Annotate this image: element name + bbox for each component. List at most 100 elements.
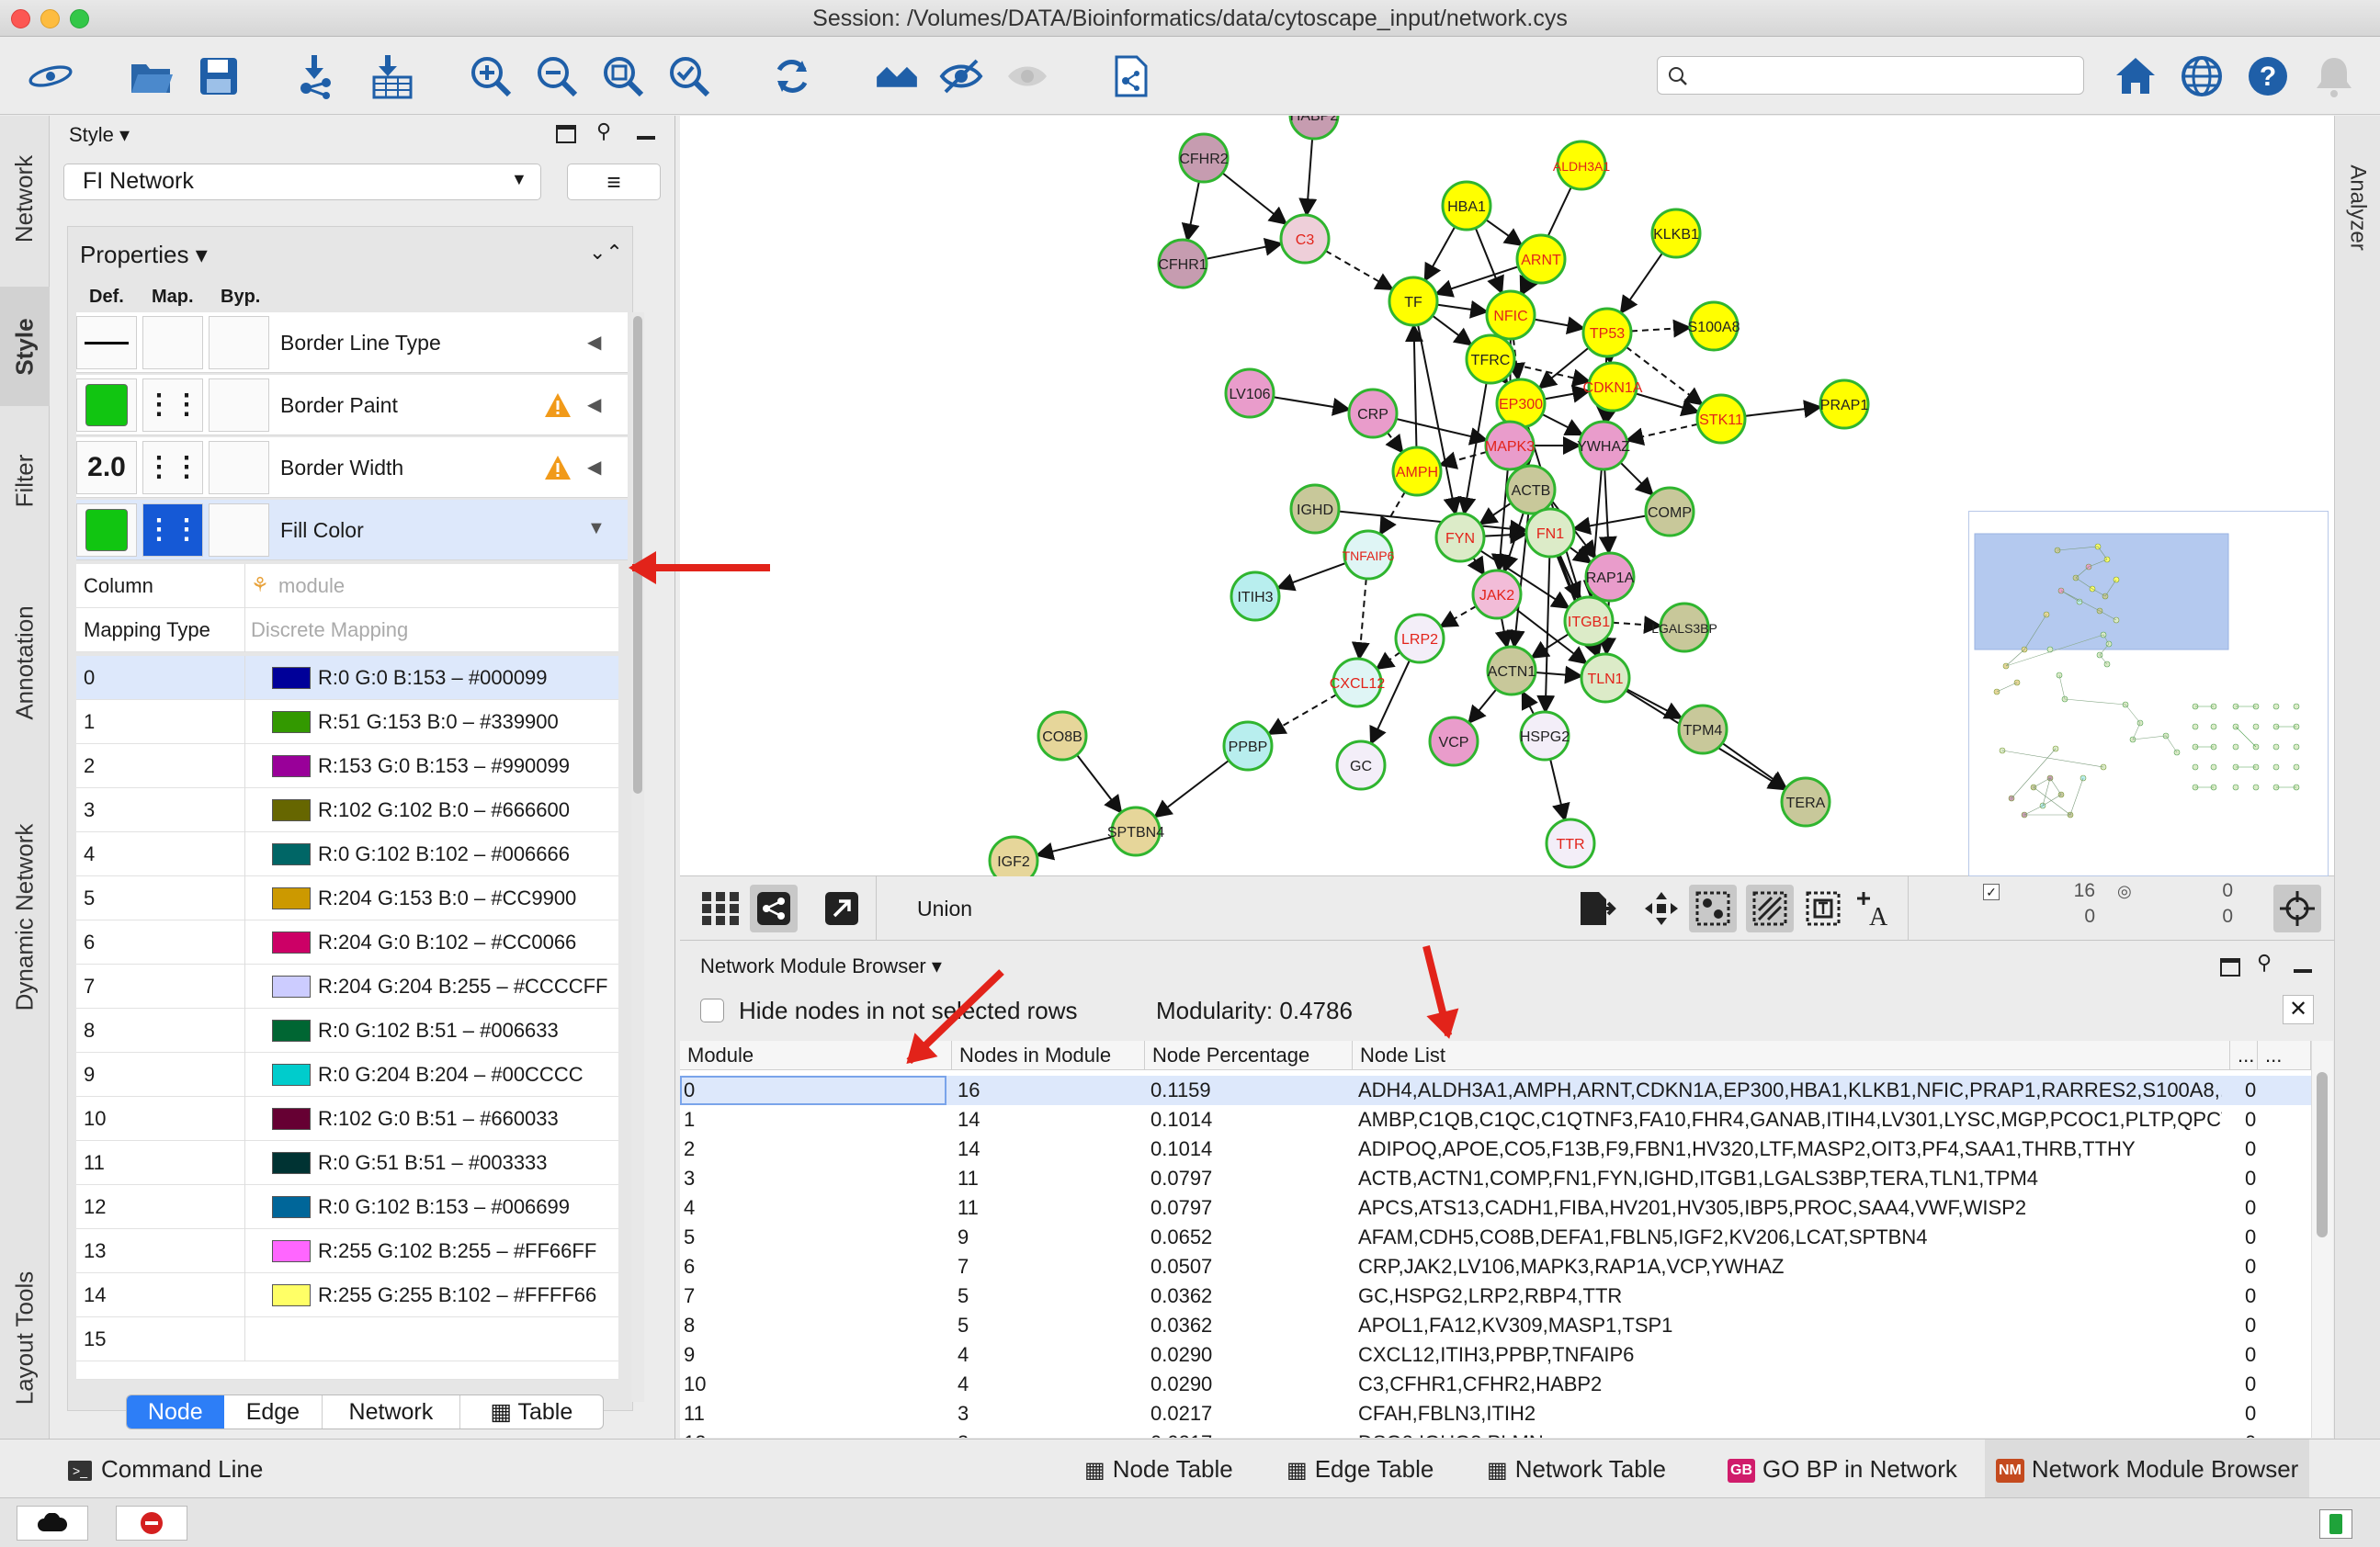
network-edge[interactable]	[1275, 561, 1346, 592]
network-overview-panel[interactable]	[1968, 511, 2329, 876]
network-edge[interactable]	[1571, 514, 1647, 536]
notification-bell-icon[interactable]	[2308, 51, 2360, 102]
color-swatch[interactable]	[272, 1152, 311, 1174]
memory-status-icon[interactable]	[2319, 1509, 2352, 1539]
network-edge[interactable]	[1468, 688, 1498, 725]
color-swatch[interactable]	[272, 1240, 311, 1262]
table-row[interactable]: 5 9 0.0652 AFAM,CDH5,CO8B,DEFA1,FBLN5,IGF2,…	[680, 1223, 2311, 1252]
close-icon[interactable]: ✕	[2283, 995, 2314, 1024]
table-row[interactable]: 12 3 0.0217 DSG2,IGHG3,PLMN 0	[680, 1428, 2311, 1438]
network-node[interactable]: AMPH	[1391, 446, 1443, 497]
network-node[interactable]: HSPG2	[1519, 710, 1570, 762]
property-row-border-paint[interactable]: ⋮⋮ Border Paint ◀	[76, 375, 628, 435]
color-swatch[interactable]	[272, 1020, 311, 1042]
network-node[interactable]: EP300	[1495, 378, 1547, 429]
border-paint-default[interactable]	[76, 378, 137, 432]
property-row-border-line-type[interactable]: Border Line Type ◀	[76, 312, 628, 373]
selection-mode-label[interactable]: Union	[917, 897, 972, 921]
detach-view-icon[interactable]	[818, 885, 866, 932]
table-row[interactable]: 8 5 0.0362 APOL1,FA12,KV309,MASP1,TSP1 0	[680, 1311, 2311, 1340]
zoom-window-button[interactable]	[70, 9, 89, 28]
mapping-row[interactable]: 12 R:0 G:102 B:153 – #006699	[76, 1185, 618, 1229]
mapping-row[interactable]: 15	[76, 1317, 618, 1361]
network-edge[interactable]	[1635, 392, 1700, 417]
network-edge[interactable]	[1625, 423, 1698, 446]
network-node[interactable]: TPM4	[1677, 704, 1728, 755]
network-node[interactable]: TFRC	[1465, 333, 1516, 385]
search-field[interactable]	[1657, 56, 2084, 95]
network-edge[interactable]	[1485, 219, 1524, 247]
network-node[interactable]: FYN	[1434, 512, 1486, 563]
minimize-window-button[interactable]	[40, 9, 60, 28]
color-swatch[interactable]	[272, 932, 311, 954]
network-node[interactable]: TF	[1388, 276, 1439, 327]
expand-arrow-icon[interactable]: ◀	[587, 393, 601, 416]
tab-command-line[interactable]: >_ Command Line	[68, 1440, 263, 1498]
hide-icon[interactable]	[935, 51, 987, 102]
network-edge[interactable]	[1181, 181, 1200, 243]
module-table-scrollbar[interactable]	[2311, 1041, 2333, 1438]
tab-layout-tools[interactable]: Layout Tools	[0, 1236, 50, 1439]
network-edge[interactable]	[1501, 512, 1524, 574]
network-node[interactable]: ITIH3	[1230, 570, 1281, 622]
home-icon[interactable]	[2110, 51, 2161, 102]
network-edge[interactable]	[1266, 694, 1338, 735]
network-node[interactable]: COMP	[1644, 486, 1695, 537]
mapping-row[interactable]: 2 R:153 G:0 B:153 – #990099	[76, 744, 618, 788]
table-row[interactable]: 7 5 0.0362 GC,HSPG2,LRP2,RBP4,TTR 0	[680, 1282, 2311, 1311]
tab-go-bp-in-network[interactable]: GB GO BP in Network	[1728, 1440, 1957, 1498]
network-edge[interactable]	[1535, 665, 1584, 684]
network-edge[interactable]	[1467, 555, 1485, 576]
expand-arrow-icon[interactable]: ◀	[587, 331, 601, 354]
mapping-row[interactable]: 5 R:204 G:153 B:0 – #CC9900	[76, 876, 618, 920]
network-node[interactable]: LRP2	[1394, 613, 1445, 664]
border-width-mapping[interactable]: ⋮⋮	[142, 441, 203, 494]
pin-icon[interactable]: ⚲	[596, 119, 611, 143]
network-node[interactable]: JAK2	[1471, 569, 1523, 620]
col-extra-2[interactable]: ...	[2258, 1041, 2311, 1070]
mapping-row[interactable]: 7 R:204 G:204 B:255 – #CCCCFF	[76, 965, 618, 1009]
network-node[interactable]: NFIC	[1485, 289, 1536, 341]
select-nodes-icon[interactable]	[1689, 885, 1737, 932]
layout-move-icon[interactable]	[1638, 885, 1685, 932]
network-node[interactable]: RAP1A	[1584, 551, 1636, 603]
network-node[interactable]: KLKB1	[1650, 208, 1702, 259]
network-node[interactable]: ACTN1	[1486, 645, 1537, 696]
network-edge[interactable]	[1630, 319, 1693, 338]
color-swatch[interactable]	[272, 799, 311, 821]
network-edge[interactable]	[1537, 346, 1590, 390]
network-edge[interactable]	[1375, 651, 1401, 671]
mapping-row[interactable]: 9 R:0 G:204 B:204 – #00CCCC	[76, 1053, 618, 1097]
col-extra-1[interactable]: ...	[2230, 1041, 2258, 1070]
network-edge[interactable]	[1273, 396, 1352, 416]
network-edge[interactable]	[1483, 525, 1529, 545]
mapping-row[interactable]: 6 R:204 G:0 B:102 – #CC0066	[76, 920, 618, 965]
network-edge[interactable]	[1534, 316, 1586, 335]
network-edge[interactable]	[1325, 250, 1395, 291]
expand-arrow-icon[interactable]: ◀	[587, 456, 601, 479]
network-node[interactable]: CXCL12	[1330, 657, 1386, 708]
table-row[interactable]: 0 16 0.1159 ADH4,ALDH3A1,AMPH,ARNT,CDKN1A,E…	[680, 1076, 2311, 1105]
network-node[interactable]: LV106	[1224, 367, 1275, 419]
fit-view-icon[interactable]	[2273, 885, 2321, 932]
network-node[interactable]: C3	[1279, 213, 1331, 265]
save-icon[interactable]	[193, 51, 244, 102]
network-node[interactable]: CFHR1	[1157, 238, 1208, 289]
network-node[interactable]: ALDH3A1	[1553, 140, 1610, 191]
col-node-percentage[interactable]: Node Percentage	[1145, 1041, 1353, 1070]
table-row[interactable]: 4 11 0.0797 APCS,ATS13,CADH1,FIBA,HV201,HV3…	[680, 1193, 2311, 1223]
fill-color-bypass[interactable]	[209, 503, 269, 557]
cytoscape-logo-icon[interactable]	[18, 51, 83, 102]
network-edge[interactable]	[1434, 265, 1519, 298]
mapping-type-row[interactable]: Mapping Type Discrete Mapping	[76, 608, 618, 652]
module-browser-title[interactable]: Network Module Browser ▾	[700, 954, 942, 978]
network-node[interactable]: FN1	[1524, 507, 1576, 559]
network-node[interactable]: CO8B	[1037, 710, 1088, 762]
network-edge[interactable]	[1438, 450, 1488, 469]
warning-icon[interactable]	[543, 454, 572, 481]
table-row[interactable]: 9 4 0.0290 CXCL12,ITIH3,PPBP,TNFAIP6 0	[680, 1340, 2311, 1370]
tab-network[interactable]: Network	[0, 125, 50, 272]
tab-edge[interactable]: Edge	[224, 1395, 323, 1428]
network-edge[interactable]	[1385, 432, 1404, 454]
open-folder-icon[interactable]	[125, 51, 176, 102]
